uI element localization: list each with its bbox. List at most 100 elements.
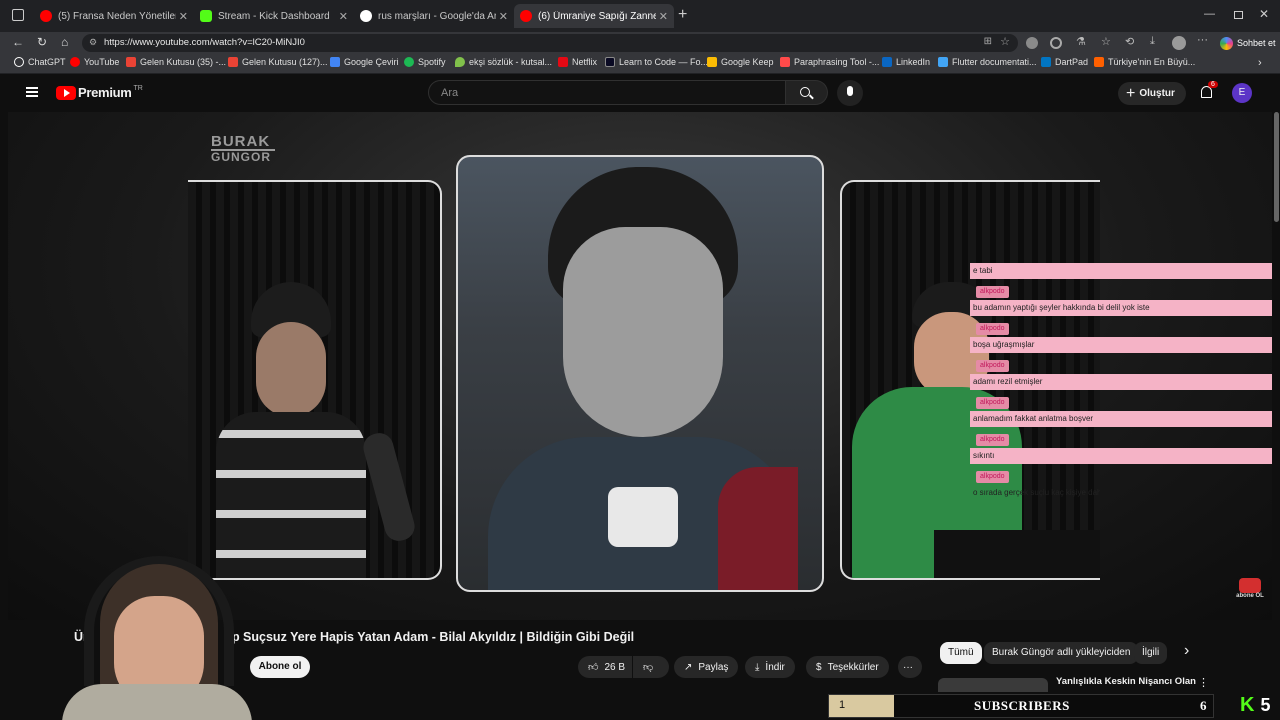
bookmark-item[interactable]: Spotify <box>404 57 446 67</box>
bookmark-star-icon[interactable]: ☆ <box>1000 35 1010 48</box>
browser-tab-3[interactable]: rus marşları - Google'da Ara ✕ <box>354 4 514 28</box>
more-actions-button[interactable]: ··· <box>898 656 922 678</box>
browser-tab-2[interactable]: Stream - Kick Dashboard ✕ <box>194 4 354 28</box>
bookmark-item[interactable]: Gelen Kutusu (127)... <box>228 57 328 67</box>
extension-icon[interactable] <box>1026 37 1038 49</box>
video-player[interactable]: BURAK GUNGOR e tabi alkpodo bu adamın ya… <box>8 112 1272 620</box>
favorites-icon[interactable]: ☆ <box>1101 35 1111 48</box>
create-button[interactable]: + Oluştur <box>1118 82 1186 105</box>
profile-avatar[interactable] <box>1172 36 1186 50</box>
recommended-more-icon[interactable]: ⋮ <box>1198 676 1209 689</box>
bookmark-item[interactable]: Google Çeviri <box>330 57 399 67</box>
notification-count-badge: 6 <box>1208 81 1218 88</box>
bookmark-item[interactable]: LinkedIn <box>882 57 930 67</box>
plus-icon: + <box>1126 84 1136 102</box>
like-button[interactable]: 👍︎ 26 B <box>578 656 632 678</box>
webcam-overlay <box>62 556 252 720</box>
chips-next-icon[interactable]: › <box>1184 642 1189 660</box>
search-button[interactable] <box>786 80 828 105</box>
freecodecamp-icon <box>605 57 615 67</box>
recommended-thumbnail[interactable] <box>938 678 1048 692</box>
bookmark-item[interactable]: DartPad <box>1041 57 1088 67</box>
close-tab-icon[interactable]: ✕ <box>659 10 668 23</box>
country-code: TR <box>133 85 143 92</box>
kick-favicon-icon <box>200 10 212 22</box>
hepsiburada-icon <box>1094 57 1104 67</box>
notifications-button[interactable]: 6 <box>1198 81 1218 103</box>
chat-message: adamı rezil etmişler <box>970 374 1272 390</box>
page-scrollbar[interactable] <box>1274 112 1279 222</box>
hamburger-menu-icon[interactable] <box>26 87 38 97</box>
chat-username: alkpodo <box>976 471 1009 483</box>
goal-target-count: 6 <box>1200 698 1207 713</box>
close-tab-icon[interactable]: ✕ <box>499 10 508 23</box>
address-toolbar: ← ↻ ⌂ ⚙ https://www.youtube.com/watch?v=… <box>0 32 1280 54</box>
account-avatar[interactable]: E <box>1232 83 1252 103</box>
linkedin-icon <box>882 57 892 67</box>
bookmark-item[interactable]: Learn to Code — Fo... <box>605 57 708 67</box>
close-window-icon[interactable]: ✕ <box>1259 7 1269 21</box>
bookmark-item[interactable]: Netflix <box>558 57 597 67</box>
browser-tab-4-active[interactable]: (6) Ümraniye Sapığı Zannedi ✕ <box>514 4 674 28</box>
keep-icon <box>707 57 717 67</box>
subscribe-button[interactable]: Abone ol <box>250 656 310 678</box>
chat-username: alkpodo <box>976 434 1009 446</box>
site-info-icon[interactable]: ⚙ <box>89 37 97 48</box>
filter-chip-related[interactable]: İlgili <box>1134 642 1168 664</box>
extension-icon[interactable]: ⚗ <box>1076 35 1086 48</box>
new-tab-icon[interactable]: + <box>678 6 687 24</box>
flutter-icon <box>938 57 948 67</box>
minimize-icon[interactable]: — <box>1204 8 1215 20</box>
kick-logo-icon: K <box>1240 694 1255 716</box>
thumbs-up-icon: 👍︎ <box>588 662 599 673</box>
bookmark-item[interactable]: Flutter documentati... <box>938 57 1037 67</box>
thanks-button[interactable]: $ Teşekkürler <box>806 656 889 678</box>
extension-icon[interactable] <box>1050 37 1062 49</box>
chat-message: bu adamın yaptığı şeyler hakkında bi del… <box>970 300 1272 316</box>
address-bar[interactable]: ⚙ https://www.youtube.com/watch?v=lC20-M… <box>82 34 1018 52</box>
bookmark-item[interactable]: Paraphrasing Tool -... <box>780 57 879 67</box>
dislike-button[interactable]: 👎︎ <box>633 656 669 678</box>
back-icon[interactable]: ← <box>12 35 24 49</box>
bookmark-item[interactable]: Gelen Kutusu (35) -... <box>126 57 226 67</box>
menu-dots-icon[interactable]: ··· <box>1197 34 1208 46</box>
browser-tab-1[interactable]: (5) Fransa Neden Yönetilemiyor? ✕ <box>34 4 194 28</box>
close-tab-icon[interactable]: ✕ <box>339 10 348 23</box>
copilot-chat-button[interactable]: Sohbet et <box>1220 34 1276 52</box>
bookmark-item[interactable]: ChatGPT <box>14 57 66 67</box>
channel-watermark-logo: BURAK GUNGOR <box>211 134 275 163</box>
share-button[interactable]: ↗ Paylaş <box>674 656 739 678</box>
filter-chip-uploader[interactable]: Burak Güngör adlı yükleyiciden <box>984 642 1139 664</box>
reload-icon[interactable]: ↻ <box>37 35 47 49</box>
voice-search-button[interactable] <box>837 80 863 106</box>
youtube-header: Premium TR Ara + Oluştur 6 E <box>8 74 1272 112</box>
home-icon[interactable]: ⌂ <box>61 35 68 49</box>
bookmark-item[interactable]: ekşi sözlük - kutsal... <box>455 57 552 67</box>
browser-tab-label: (6) Ümraniye Sapığı Zannedi <box>538 10 656 22</box>
recommended-title[interactable]: Yanlışlıkla Keskin Nişancı Olan <box>1056 676 1196 687</box>
download-button[interactable]: ⤓ İndir <box>745 656 795 678</box>
bookmarks-more-icon[interactable]: › <box>1258 57 1262 69</box>
spotify-icon <box>404 57 414 67</box>
share-label: Paylaş <box>698 661 729 673</box>
chat-username: alkpodo <box>976 360 1009 372</box>
channel-logo-line1: BURAK <box>211 134 275 151</box>
archive-footage-figure <box>488 167 798 590</box>
search-input[interactable]: Ara <box>428 80 786 105</box>
goal-current-count: 1 <box>839 699 846 711</box>
premium-label: Premium <box>78 85 132 100</box>
close-tab-icon[interactable]: ✕ <box>179 10 188 23</box>
more-dots-icon: ··· <box>903 661 913 673</box>
download-icon: ⤓ <box>755 661 760 673</box>
youtube-logo[interactable]: Premium TR <box>56 85 143 100</box>
bookmark-item[interactable]: Google Keep <box>707 57 774 67</box>
subscribe-watermark[interactable]: abone OL <box>1236 578 1264 600</box>
install-app-icon[interactable]: ⊞ <box>984 36 992 47</box>
filter-chip-all[interactable]: Tümü <box>940 642 982 664</box>
download-icon[interactable]: ⤓ <box>1150 35 1155 48</box>
tab-search-icon[interactable] <box>12 9 24 21</box>
history-icon[interactable]: ⟲ <box>1125 35 1134 48</box>
bookmark-item[interactable]: YouTube <box>70 57 119 67</box>
restore-icon[interactable] <box>1234 11 1243 19</box>
bookmark-item[interactable]: Türkiye'nin En Büyü... <box>1094 57 1195 67</box>
